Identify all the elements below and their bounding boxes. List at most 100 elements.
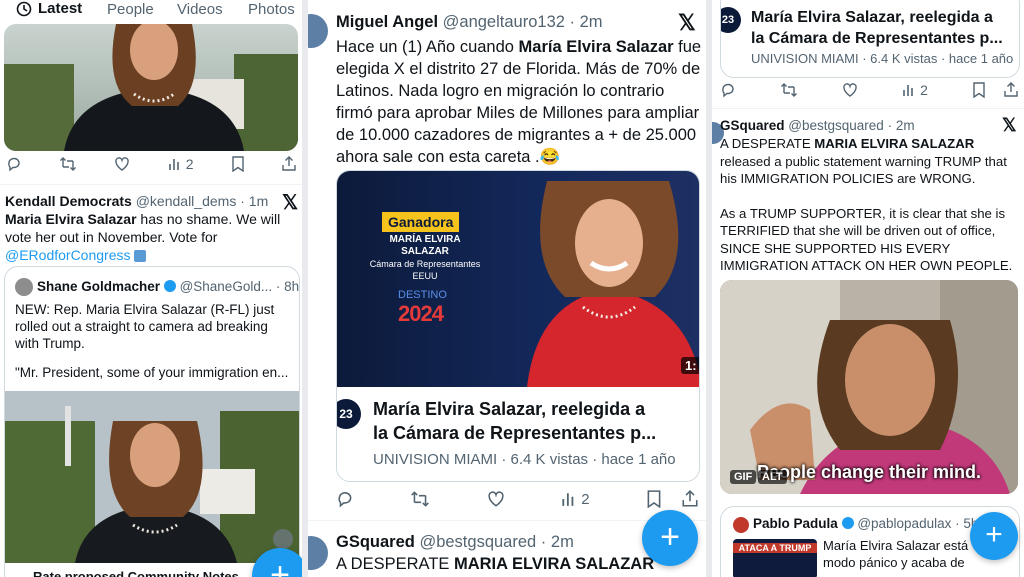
verified-badge-icon xyxy=(163,280,176,292)
compose-button[interactable]: + xyxy=(970,512,1018,560)
views-stat[interactable]: 2 xyxy=(561,490,590,508)
tab-people[interactable]: People xyxy=(107,1,154,18)
author-handle[interactable]: @kendall_dems xyxy=(136,193,237,209)
quoted-tweet-card[interactable]: Shane Goldmacher @ShaneGold... · 8h NEW:… xyxy=(4,266,300,577)
reply-icon[interactable] xyxy=(6,156,22,172)
tab-videos[interactable]: Videos xyxy=(177,1,223,18)
avatar[interactable] xyxy=(733,517,749,533)
tweet-text: A DESPERATE MARIA ELVIRA SALAZAR release… xyxy=(720,136,1013,273)
like-icon[interactable] xyxy=(842,82,858,98)
tweet-time[interactable]: 2m xyxy=(551,533,574,551)
gif-media[interactable]: People change their mind. GIF ALT xyxy=(720,280,1018,494)
bookmark-icon[interactable] xyxy=(972,82,986,98)
x-logo-icon: 𝕏 xyxy=(678,10,696,35)
univision-logo: 23 xyxy=(337,399,361,429)
clock-icon xyxy=(16,1,32,16)
tweet-text: A DESPERATE MARIA ELVIRA SALAZAR xyxy=(336,555,655,573)
column-left: Latest People Videos Photos 2 Kendall De… xyxy=(0,0,302,577)
column-right: 23 María Elvira Salazar, reelegida a la … xyxy=(712,0,1024,577)
bar-chart-icon xyxy=(903,85,913,96)
tab-latest[interactable]: Latest xyxy=(16,0,82,17)
tweet-text-line: de 10.000 cazadores de migrantes a + de … xyxy=(336,126,697,144)
bookmark-icon[interactable] xyxy=(231,156,245,172)
bar-chart-icon xyxy=(168,159,179,170)
reply-icon[interactable] xyxy=(336,490,354,508)
tweet-divider xyxy=(712,108,1024,109)
quote-author-name[interactable]: Shane Goldmacher xyxy=(37,279,160,294)
like-icon[interactable] xyxy=(114,156,130,172)
link-title: María Elvira Salazar, reelegida a la Cám… xyxy=(751,9,1003,47)
card-image: Ganadora MARÍA ELVIRA SALAZAR Cámara de … xyxy=(337,171,699,387)
alt-badge[interactable]: ALT xyxy=(758,470,787,484)
bookmark-icon[interactable] xyxy=(646,490,662,508)
retweet-icon[interactable] xyxy=(59,156,77,172)
tweet-actions: 2 xyxy=(720,82,1018,98)
woman-outdoor-photo xyxy=(4,24,298,151)
retweet-icon[interactable] xyxy=(780,82,798,98)
video-duration: 1: xyxy=(681,357,699,374)
tweet-text-line: Hace un (1) Año cuando María Elvira Sala… xyxy=(336,38,702,56)
univision-logo: 23 xyxy=(721,7,741,33)
tweet-text-line: elegida X el distrito 27 de Florida. Más… xyxy=(336,60,701,78)
tweet-text-line: ahora sale con esta careta .😂 xyxy=(336,148,561,166)
link-preview-card[interactable]: Ganadora MARÍA ELVIRA SALAZAR Cámara de … xyxy=(336,170,700,482)
woman-red-jacket-photo xyxy=(527,181,699,387)
author-name[interactable]: Miguel Angel xyxy=(336,13,438,31)
action-group-right xyxy=(646,490,698,508)
views-stat[interactable]: 2 xyxy=(168,156,194,172)
quote-video-thumbnail[interactable] xyxy=(5,391,299,563)
woman-whitehouse-photo xyxy=(5,391,299,563)
views-count: 2 xyxy=(581,490,590,508)
destino-label: DESTINO xyxy=(398,289,447,301)
author-handle[interactable]: @bestgsquared xyxy=(419,533,536,551)
tweet-time[interactable]: 2m xyxy=(580,13,603,31)
year-label: 2024 xyxy=(398,301,444,326)
community-notes-label[interactable]: Rate proposed Community Notes xyxy=(33,569,239,577)
action-group-right xyxy=(972,82,1018,98)
author-handle[interactable]: @bestgsquared xyxy=(788,118,884,133)
author-name[interactable]: GSquared xyxy=(720,118,785,133)
compose-button[interactable]: + xyxy=(642,510,698,566)
bar-chart-icon xyxy=(562,493,574,506)
tweet-header: GSquared @bestgsquared · 2m xyxy=(720,118,915,133)
views-count: 2 xyxy=(185,156,194,172)
share-icon[interactable] xyxy=(282,156,296,172)
like-icon[interactable] xyxy=(487,490,505,508)
author-handle[interactable]: @angeltauro132 xyxy=(443,13,565,31)
tweet-video-thumbnail[interactable] xyxy=(4,24,298,151)
link-title: María Elvira Salazar, reelegida a la Cám… xyxy=(373,399,657,443)
tweet-actions: 2 xyxy=(6,156,296,172)
tab-latest-label: Latest xyxy=(38,0,83,17)
quote-header: Shane Goldmacher @ShaneGold... · 8h xyxy=(37,279,300,294)
card-overlay-text: MARÍA ELVIRA SALAZAR Cámara de Represent… xyxy=(369,234,481,281)
share-icon[interactable] xyxy=(1004,82,1018,98)
views-stat[interactable]: 2 xyxy=(902,82,928,98)
tweet-header: Kendall Democrats @kendall_dems · 1m xyxy=(5,193,269,209)
reply-icon[interactable] xyxy=(720,82,736,98)
ballot-box-emoji xyxy=(134,250,147,263)
link-preview-card[interactable]: 23 María Elvira Salazar, reelegida a la … xyxy=(720,0,1020,78)
tweet-time[interactable]: 2m xyxy=(896,118,915,133)
avatar[interactable] xyxy=(308,14,328,48)
author-name[interactable]: GSquared xyxy=(336,533,415,551)
tab-photos[interactable]: Photos xyxy=(248,1,295,18)
avatar[interactable] xyxy=(15,278,33,296)
tweet-text: Hace un (1) Año cuando María Elvira Sala… xyxy=(336,36,702,168)
tweet-time[interactable]: 1m xyxy=(249,193,268,209)
share-icon[interactable] xyxy=(682,490,698,508)
retweet-icon[interactable] xyxy=(410,490,430,508)
author-name[interactable]: Kendall Democrats xyxy=(5,193,132,209)
link-meta: UNIVISION MIAMI · 6.4 K vistas · hace 1 … xyxy=(751,51,1014,66)
x-logo-icon: 𝕏 xyxy=(1002,115,1017,135)
tweet-text-line: firmó para aprobar Miles de Millones par… xyxy=(336,104,700,122)
column-center: Miguel Angel @angeltauro132 · 2m 𝕏 Hace … xyxy=(308,0,706,577)
tweet-actions: 2 xyxy=(336,490,698,508)
views-count: 2 xyxy=(920,82,928,98)
tweet-header: GSquared @bestgsquared · 2m xyxy=(336,533,574,551)
gif-badge: GIF xyxy=(730,470,757,484)
link-meta: UNIVISION MIAMI · 6.4 K vistas · hace 1 … xyxy=(373,451,676,468)
avatar[interactable] xyxy=(308,536,328,570)
winner-badge: Ganadora xyxy=(382,212,460,232)
mention-link[interactable]: @ERodforCongress xyxy=(5,247,131,263)
tweet-divider xyxy=(0,184,302,185)
